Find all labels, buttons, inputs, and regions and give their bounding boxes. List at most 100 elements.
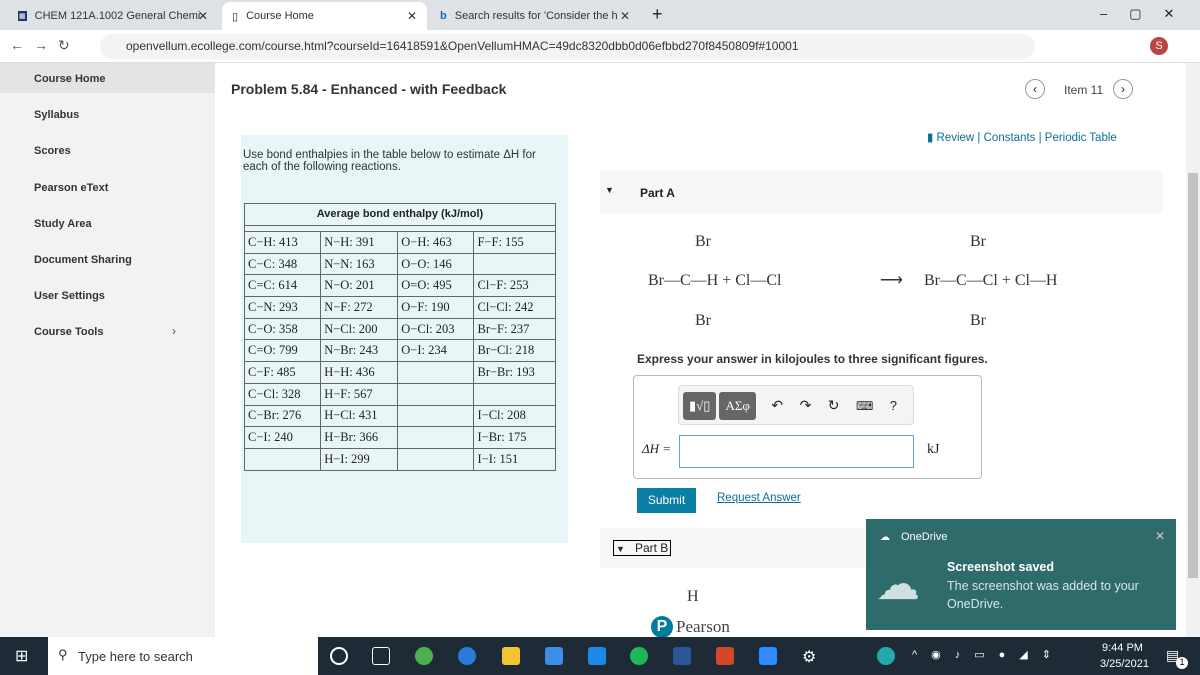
scrollbar[interactable] — [1186, 63, 1200, 637]
undo-icon[interactable]: ↶ — [771, 397, 783, 413]
search-icon: ⚲ — [58, 647, 68, 662]
clock-time[interactable]: 9:44 PM — [1102, 642, 1143, 654]
table-row: C−N: 293 N−F: 272 O−F: 190 Cl−Cl: 242 — [243, 296, 556, 319]
sidebar-item-study-area[interactable]: Study Area — [34, 218, 92, 230]
redo-icon[interactable]: ↷ — [800, 397, 812, 413]
table-cell: C−I: 240 — [243, 426, 322, 449]
spotify-icon[interactable] — [630, 647, 648, 665]
table-cell: H−H: 436 — [320, 361, 399, 384]
table-cell: C−Cl: 328 — [243, 382, 322, 406]
resource-links[interactable]: ▮ Review | Constants | Periodic Table — [927, 130, 1117, 144]
delta-h-input[interactable] — [679, 435, 914, 468]
page-title: Problem 5.84 - Enhanced - with Feedback — [231, 81, 507, 97]
templates-button[interactable]: ▮√▯ — [683, 392, 717, 420]
table-row: C−H: 413 N−H: 391 O−H: 463 F−F: 155 — [243, 231, 556, 254]
word-icon[interactable] — [673, 647, 691, 665]
onedrive-toast[interactable]: ☁ OneDrive ✕ ☁ Screenshot saved The scre… — [866, 519, 1176, 630]
onedrive-icon: ☁ — [880, 532, 890, 543]
table-cell: I−Br: 175 — [473, 426, 556, 449]
new-tab-button[interactable]: + — [652, 4, 663, 25]
table-cell — [397, 426, 475, 449]
table-cell: O−F: 190 — [397, 296, 475, 319]
settings-icon[interactable]: ⚙ — [802, 647, 820, 666]
sidebar-item-course-home[interactable]: Course Home — [34, 73, 106, 85]
part-b-fragment: H — [687, 588, 699, 605]
table-cell: O−I: 234 — [397, 339, 475, 363]
reset-icon[interactable]: ↻ — [828, 397, 840, 413]
sidebar-item-etext[interactable]: Pearson eText — [34, 182, 108, 194]
sidebar-item-document-sharing[interactable]: Document Sharing — [34, 254, 132, 266]
powerpoint-icon[interactable] — [716, 647, 734, 665]
table-row: C−I: 240 H−Br: 366 I−Br: 175 — [243, 426, 556, 449]
sidebar-item-scores[interactable]: Scores — [34, 145, 71, 157]
window-controls[interactable]: –▢✕ — [1100, 6, 1196, 22]
chrome-icon[interactable] — [415, 647, 433, 665]
task-view-icon[interactable] — [372, 647, 390, 665]
caret-down-icon: ▼ — [616, 544, 625, 554]
help-button[interactable]: ? — [890, 398, 897, 413]
instruction: Express your answer in kilojoules to thr… — [637, 352, 988, 366]
table-cell — [397, 404, 475, 428]
table-cell: H−F: 567 — [320, 382, 399, 406]
taskbar-search[interactable]: ⚲ Type here to search — [48, 637, 318, 675]
file-explorer-icon[interactable] — [502, 647, 520, 665]
bing-icon: b — [440, 10, 447, 22]
zoom-icon[interactable] — [759, 647, 777, 665]
answer-label: ΔH = — [642, 441, 672, 456]
mail-icon[interactable] — [545, 647, 563, 665]
math-toolbar: ▮√▯ ΑΣφ ↶ ↷ ↻ ⌨ ? — [678, 385, 914, 425]
table-cell — [473, 382, 556, 406]
table-cell: C−H: 413 — [243, 231, 322, 254]
table-cell: Cl−F: 253 — [473, 274, 556, 298]
keyboard-icon[interactable]: ⌨ — [856, 399, 873, 413]
table-cell: N−O: 201 — [320, 274, 399, 298]
part-a-header[interactable]: ▼ Part A — [600, 171, 1163, 213]
sidebar-item-user-settings[interactable]: User Settings — [34, 290, 105, 302]
table-cell: C−F: 485 — [243, 361, 322, 384]
course-icon: ▦ — [18, 11, 27, 21]
avatar[interactable]: S — [1150, 37, 1168, 55]
greek-button[interactable]: ΑΣφ — [719, 392, 756, 420]
sidebar-item-course-tools[interactable]: Course Tools — [34, 326, 103, 338]
windows-icon[interactable]: ⊞ — [15, 646, 28, 666]
taskbar: ⊞ ⚲ Type here to search ⚙ ^◉♪▭●◢⇕ 9:44 PM… — [0, 637, 1200, 675]
url-input[interactable]: openvellum.ecollege.com/course.html?cour… — [100, 34, 1035, 59]
caret-down-icon: ▼ — [605, 185, 614, 195]
table-cell: N−N: 163 — [320, 252, 399, 276]
table-cell — [397, 361, 475, 384]
close-icon[interactable]: ✕ — [1155, 529, 1165, 543]
submit-button[interactable]: Submit — [637, 488, 696, 513]
table-cell: Br−Br: 193 — [473, 361, 556, 384]
sidebar: Course Home Syllabus Scores Pearson eTex… — [0, 63, 215, 637]
tab-search[interactable]: b Search results for 'Consider the h ✕ — [430, 2, 640, 30]
close-icon[interactable]: ✕ — [407, 9, 417, 23]
cortana-icon[interactable] — [330, 647, 348, 665]
tab-course-home[interactable]: ▯ Course Home ✕ — [222, 2, 427, 30]
dropbox-icon[interactable] — [588, 647, 606, 665]
nav-buttons[interactable]: ←→↻ — [10, 37, 80, 54]
intro-text: Use bond enthalpies in the table below t… — [243, 149, 536, 173]
table-cell: O−H: 463 — [397, 231, 475, 254]
table-cell — [397, 447, 475, 471]
table-cell: O−Cl: 203 — [397, 317, 475, 341]
tab-chem[interactable]: ▦ CHEM 121A.1002 General Chemi ✕ — [8, 2, 218, 30]
tab-strip: ▦ CHEM 121A.1002 General Chemi ✕ ▯ Course H… — [0, 0, 1200, 30]
request-answer-link[interactable]: Request Answer — [717, 492, 801, 504]
table-cell: C−C: 348 — [243, 252, 322, 276]
clock-date[interactable]: 3/25/2021 — [1100, 658, 1149, 670]
system-tray[interactable]: ^◉♪▭●◢⇕ — [912, 648, 1065, 661]
table-cell: I−Cl: 208 — [473, 404, 556, 428]
table-cell — [473, 252, 556, 276]
unit-label: kJ — [927, 442, 940, 457]
close-icon[interactable]: ✕ — [198, 9, 208, 23]
answer-box: ▮√▯ ΑΣφ ↶ ↷ ↻ ⌨ ? ΔH = kJ — [633, 375, 982, 479]
edge-icon[interactable] — [458, 647, 476, 665]
prev-item-button[interactable]: ‹ — [1025, 79, 1045, 99]
close-icon[interactable]: ✕ — [620, 9, 630, 23]
help-app-icon[interactable] — [877, 647, 895, 665]
table-cell: I−I: 151 — [473, 447, 556, 471]
sidebar-item-syllabus[interactable]: Syllabus — [34, 109, 79, 121]
next-item-button[interactable]: › — [1113, 79, 1133, 99]
cloud-icon: ☁ — [876, 560, 920, 609]
table-title: Average bond enthalpy (kJ/mol) — [244, 203, 556, 225]
